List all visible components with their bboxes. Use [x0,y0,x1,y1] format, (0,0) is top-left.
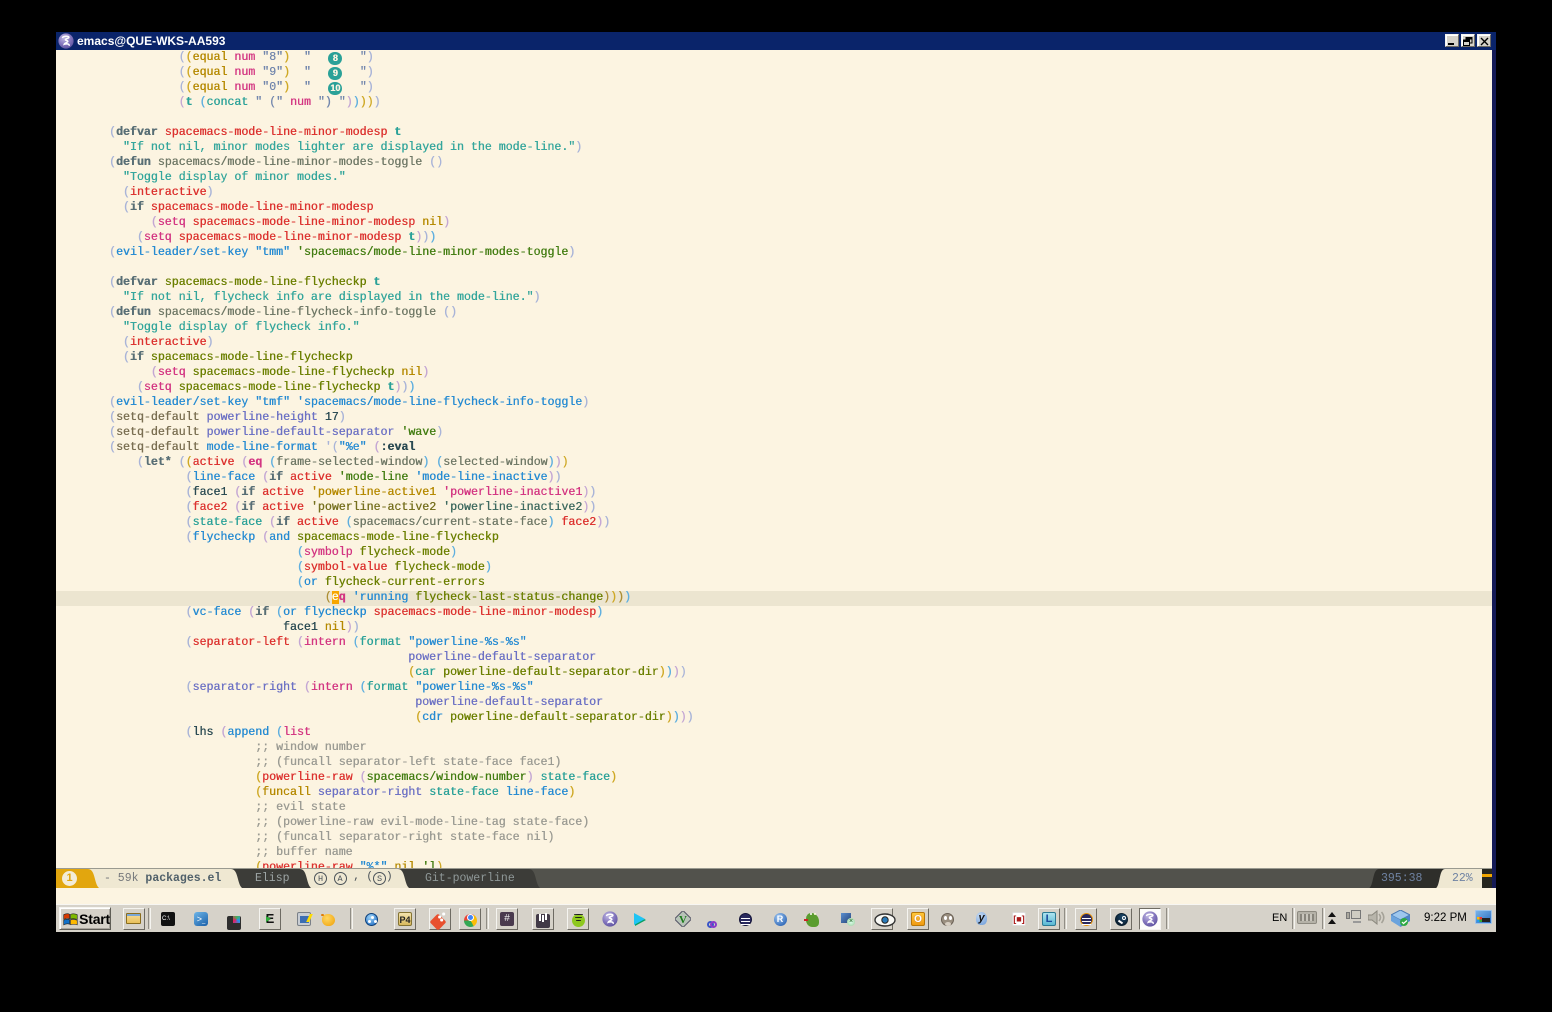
svg-text:V: V [679,914,687,926]
